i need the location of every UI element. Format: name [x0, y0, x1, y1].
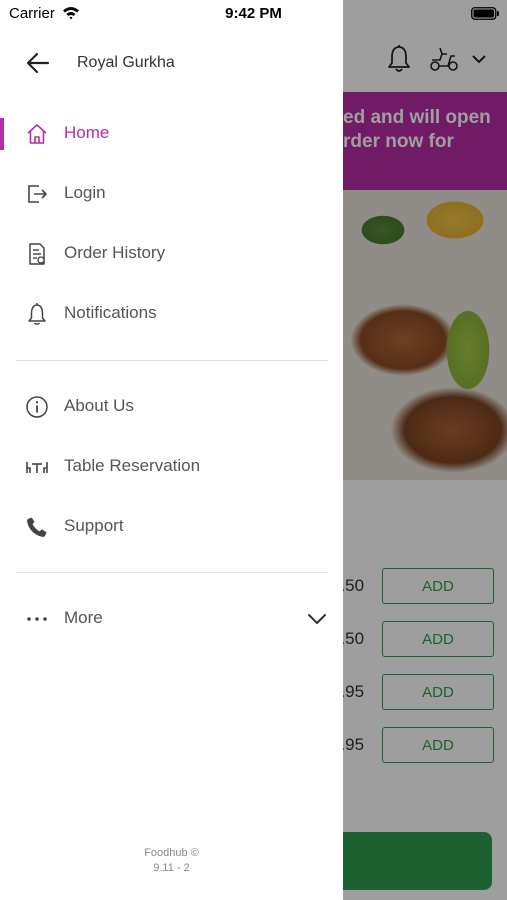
home-icon	[27, 124, 47, 144]
status-bar: Carrier 9:42 PM	[0, 0, 507, 30]
menu-item-label: About Us	[64, 396, 134, 415]
menu-item-login[interactable]: Login	[0, 166, 343, 222]
menu-item-table-reservation[interactable]: Table Reservation	[0, 439, 343, 495]
menu-item-label: Home	[64, 123, 110, 142]
menu-divider	[16, 572, 328, 573]
menu-item-notifications[interactable]: Notifications	[0, 286, 343, 342]
info-icon	[26, 396, 48, 418]
menu-item-label: Notifications	[64, 303, 157, 322]
more-dots-icon	[27, 617, 47, 621]
back-arrow-icon[interactable]	[26, 52, 50, 74]
footer-version: 9.11 - 2	[153, 862, 190, 874]
chevron-down-icon[interactable]	[306, 608, 328, 630]
menu-item-support[interactable]: Support	[0, 499, 343, 555]
menu-item-home[interactable]: Home	[0, 106, 343, 162]
menu-item-label: Order History	[64, 243, 166, 262]
menu-item-label: Support	[64, 516, 124, 535]
navigation-drawer: Royal Gurkha Home Login Order History No…	[0, 0, 343, 900]
menu-item-label: More	[64, 608, 103, 627]
store-name: Royal Gurkha	[77, 54, 175, 71]
menu-item-more[interactable]: More	[0, 591, 343, 647]
bell-icon	[28, 303, 46, 325]
login-icon	[28, 185, 47, 203]
app-version-footer: Foodhub © 9.11 - 2	[0, 846, 343, 876]
menu-item-label: Table Reservation	[64, 456, 201, 475]
battery-icon	[471, 7, 499, 20]
order-history-icon	[29, 243, 45, 265]
menu-divider	[16, 360, 328, 361]
phone-icon	[27, 517, 47, 537]
active-indicator	[0, 118, 4, 150]
menu-item-order-history[interactable]: Order History	[0, 226, 343, 282]
clock: 9:42 PM	[225, 5, 282, 22]
menu-item-about-us[interactable]: About Us	[0, 379, 343, 435]
drawer-header: Royal Gurkha	[0, 30, 343, 96]
footer-brand: Foodhub ©	[144, 847, 199, 859]
menu-item-label: Login	[64, 183, 106, 202]
table-icon	[26, 462, 48, 473]
